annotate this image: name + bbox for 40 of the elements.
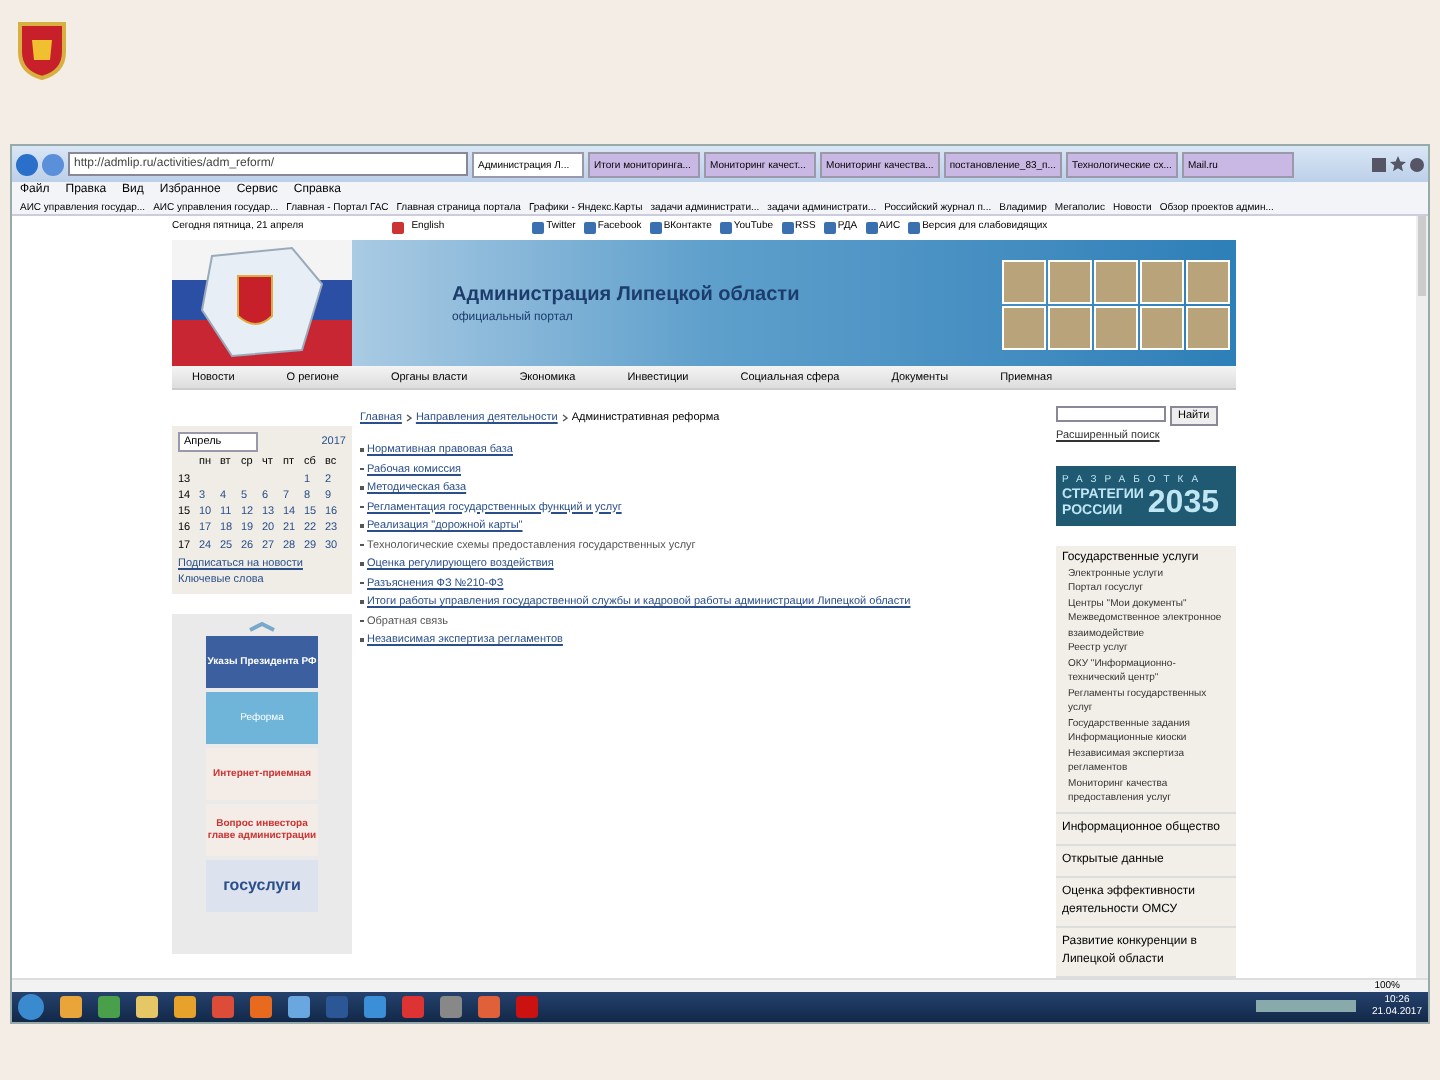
photo-placeholder <box>1002 306 1046 351</box>
chevron-up-icon[interactable] <box>248 622 276 633</box>
chevron-right-icon <box>561 414 568 423</box>
photo-placeholder <box>1140 260 1184 305</box>
social-icon <box>719 222 732 235</box>
site-title: Администрация Липецкой области <box>452 281 800 310</box>
social-icon <box>532 222 545 235</box>
start-button[interactable] <box>18 993 44 1020</box>
social-icon <box>823 222 836 235</box>
taskbar-app-icon[interactable] <box>288 995 310 1018</box>
coat-of-arms-icon <box>16 16 68 80</box>
social-icon <box>865 222 878 235</box>
taskbar-app-icon[interactable] <box>364 995 386 1018</box>
taskbar-app-icon[interactable] <box>174 995 196 1018</box>
forward-button[interactable] <box>42 153 64 175</box>
search-field[interactable] <box>1056 406 1166 423</box>
taskbar-app-icon[interactable] <box>478 995 500 1018</box>
photo-placeholder <box>1048 306 1092 351</box>
social-icon <box>649 222 662 235</box>
star-icon[interactable] <box>1390 156 1406 172</box>
social-icon <box>583 222 596 235</box>
photo-placeholder <box>1094 260 1138 305</box>
taskbar-app-icon[interactable] <box>60 995 82 1018</box>
photo-placeholder <box>1186 306 1230 351</box>
taskbar-app-icon[interactable] <box>98 995 120 1018</box>
social-icon <box>781 222 794 235</box>
strategy-year: 2035 <box>1147 487 1219 520</box>
photo-placeholder <box>1048 260 1092 305</box>
social-icon <box>908 222 921 235</box>
photo-placeholder <box>1094 306 1138 351</box>
taskbar-app-icon[interactable] <box>136 995 158 1018</box>
photo-placeholder <box>1002 260 1046 305</box>
chevron-right-icon <box>405 414 412 423</box>
promo-banner[interactable]: госуслуги <box>206 860 318 913</box>
back-button[interactable] <box>16 153 38 175</box>
flag-icon <box>391 222 404 235</box>
taskbar-app-icon[interactable] <box>440 995 462 1018</box>
photo-placeholder <box>1140 306 1184 351</box>
photo-placeholder <box>1186 260 1230 305</box>
taskbar-app-icon[interactable] <box>250 995 272 1018</box>
